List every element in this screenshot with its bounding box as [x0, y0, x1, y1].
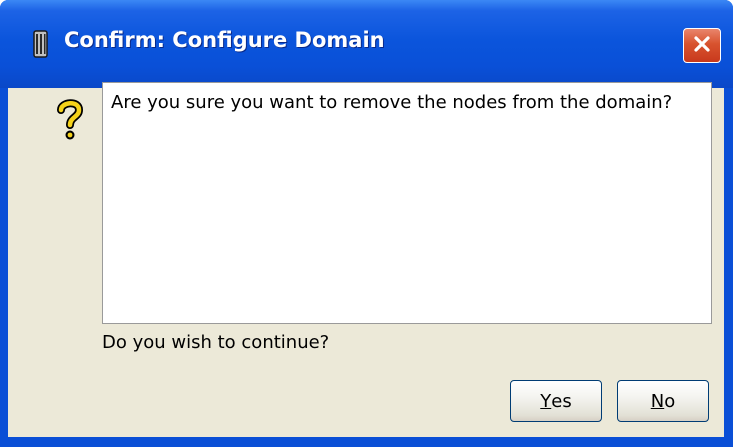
- question-icon: [56, 98, 84, 142]
- message-text: Are you sure you want to remove the node…: [111, 92, 673, 113]
- dialog-body: Are you sure you want to remove the node…: [8, 82, 724, 437]
- continue-prompt: Do you wish to continue?: [102, 332, 330, 353]
- window-title: Confirm: Configure Domain: [64, 28, 385, 52]
- no-button[interactable]: No: [617, 380, 709, 422]
- dialog-window: Confirm: Configure Domain Are you sure y…: [0, 0, 733, 447]
- yes-button[interactable]: Yes: [510, 380, 602, 422]
- yes-button-mnemonic: Y: [540, 390, 552, 412]
- close-button[interactable]: [683, 28, 721, 63]
- close-icon: [692, 34, 712, 58]
- message-text-area: Are you sure you want to remove the node…: [102, 82, 712, 324]
- no-button-mnemonic: N: [650, 390, 665, 412]
- server-icon: [33, 30, 49, 58]
- title-bar[interactable]: Confirm: Configure Domain: [0, 0, 733, 88]
- no-button-label: o: [664, 390, 676, 412]
- yes-button-label: es: [551, 390, 572, 412]
